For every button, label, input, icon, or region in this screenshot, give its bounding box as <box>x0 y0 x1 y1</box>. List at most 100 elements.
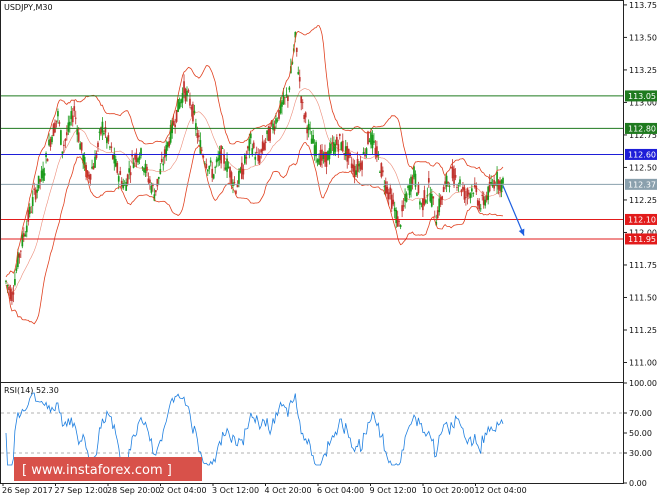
candle-body <box>215 159 218 163</box>
rsi-tick-label: 100.00 <box>629 379 657 388</box>
candle-body <box>91 166 93 169</box>
candle-body <box>438 198 441 213</box>
candle-body <box>373 140 375 143</box>
candle-body <box>12 292 15 295</box>
candle-body <box>254 156 257 160</box>
candle-body <box>120 180 123 187</box>
candle-body <box>28 206 31 215</box>
candle-body <box>255 152 258 153</box>
x-tick-label: 26 Sep 2017 <box>2 486 53 495</box>
candle-body <box>396 216 399 227</box>
candle-body <box>129 172 132 176</box>
candle-body <box>101 121 104 133</box>
candle-body <box>278 110 280 119</box>
candle-body <box>114 158 117 167</box>
candle-body <box>288 87 291 90</box>
candle-body <box>178 102 181 109</box>
candle-body <box>209 160 212 163</box>
candle-body <box>163 149 166 158</box>
candle-body <box>80 142 83 151</box>
candle-body <box>186 90 188 96</box>
x-tick-label: 12 Oct 04:00 <box>475 486 527 495</box>
chart-window: 113.75 113.50 113.25 113.00 112.75 112.50 112.… <box>0 0 664 498</box>
candle-body <box>379 171 381 173</box>
candle-body <box>206 169 209 172</box>
candle-body <box>138 156 141 160</box>
candle-body <box>389 187 392 194</box>
candle-body <box>214 167 217 169</box>
y-tick-label: 113.50 <box>629 33 657 42</box>
level-label: 113.05 <box>628 92 656 101</box>
candle-body <box>74 117 77 119</box>
candle-body <box>365 148 368 155</box>
candle-body <box>377 154 380 157</box>
candle-body <box>380 163 383 177</box>
candle-body <box>444 181 446 185</box>
candle-body <box>107 135 110 142</box>
candle-body <box>260 149 263 153</box>
candle-body <box>39 179 41 182</box>
candle-body <box>266 130 268 135</box>
candle-body <box>362 151 365 155</box>
candle-body <box>476 200 479 206</box>
candle-body <box>487 186 490 200</box>
candle-body <box>383 186 386 188</box>
candle-body <box>479 208 482 210</box>
candle-body <box>45 153 47 157</box>
candle-body <box>346 146 349 162</box>
candle-body <box>64 138 67 141</box>
candle-body <box>22 233 25 237</box>
candle-body <box>333 142 335 155</box>
candle-body <box>490 182 492 184</box>
candle-body <box>48 139 50 146</box>
candle-body <box>393 207 396 212</box>
candle-body <box>11 291 13 302</box>
candle-body <box>248 138 251 151</box>
candle-body <box>157 176 160 179</box>
candle-body <box>189 98 191 106</box>
candle-body <box>63 144 65 146</box>
candle-body <box>126 174 129 184</box>
candle-body <box>183 81 185 93</box>
candle-body <box>303 114 306 120</box>
candle-body <box>371 134 374 149</box>
candle-body <box>430 194 433 207</box>
x-tick-label: 6 Oct 04:00 <box>317 486 364 495</box>
candle-body <box>368 140 371 142</box>
candle-body <box>419 201 421 205</box>
candle-body <box>395 210 398 224</box>
candle-body <box>340 142 343 151</box>
candle-body <box>162 163 165 166</box>
candle-body <box>463 187 466 200</box>
forecast-line <box>502 185 525 236</box>
candle-body <box>134 154 136 160</box>
candle-body <box>198 135 200 137</box>
level-label: 112.37 <box>628 180 656 189</box>
candle-body <box>117 176 120 182</box>
candle-body <box>230 172 233 185</box>
candle-body <box>485 195 488 201</box>
candle-body <box>427 178 430 183</box>
candle-body <box>331 142 334 144</box>
y-tick-label: 112.50 <box>629 163 657 172</box>
candle-body <box>398 220 400 222</box>
candle-body <box>98 131 101 133</box>
candle-body <box>233 182 236 183</box>
candle-body <box>468 192 470 195</box>
candle-body <box>146 166 148 171</box>
candle-body <box>347 148 350 159</box>
candle-body <box>356 158 359 172</box>
x-tick-label: 2 Oct 04:00 <box>160 486 207 495</box>
candle-body <box>49 138 52 147</box>
candle-body <box>18 253 21 258</box>
candle-body <box>470 188 473 192</box>
candle-body <box>125 181 128 191</box>
candle-body <box>55 120 58 122</box>
candle-body <box>244 154 246 164</box>
candle-body <box>355 170 357 175</box>
y-tick-label: 112.25 <box>629 196 657 205</box>
y-tick-label: 111.25 <box>629 326 657 335</box>
candle-body <box>359 162 362 170</box>
candle-body <box>180 99 182 104</box>
candle-body <box>168 141 171 147</box>
